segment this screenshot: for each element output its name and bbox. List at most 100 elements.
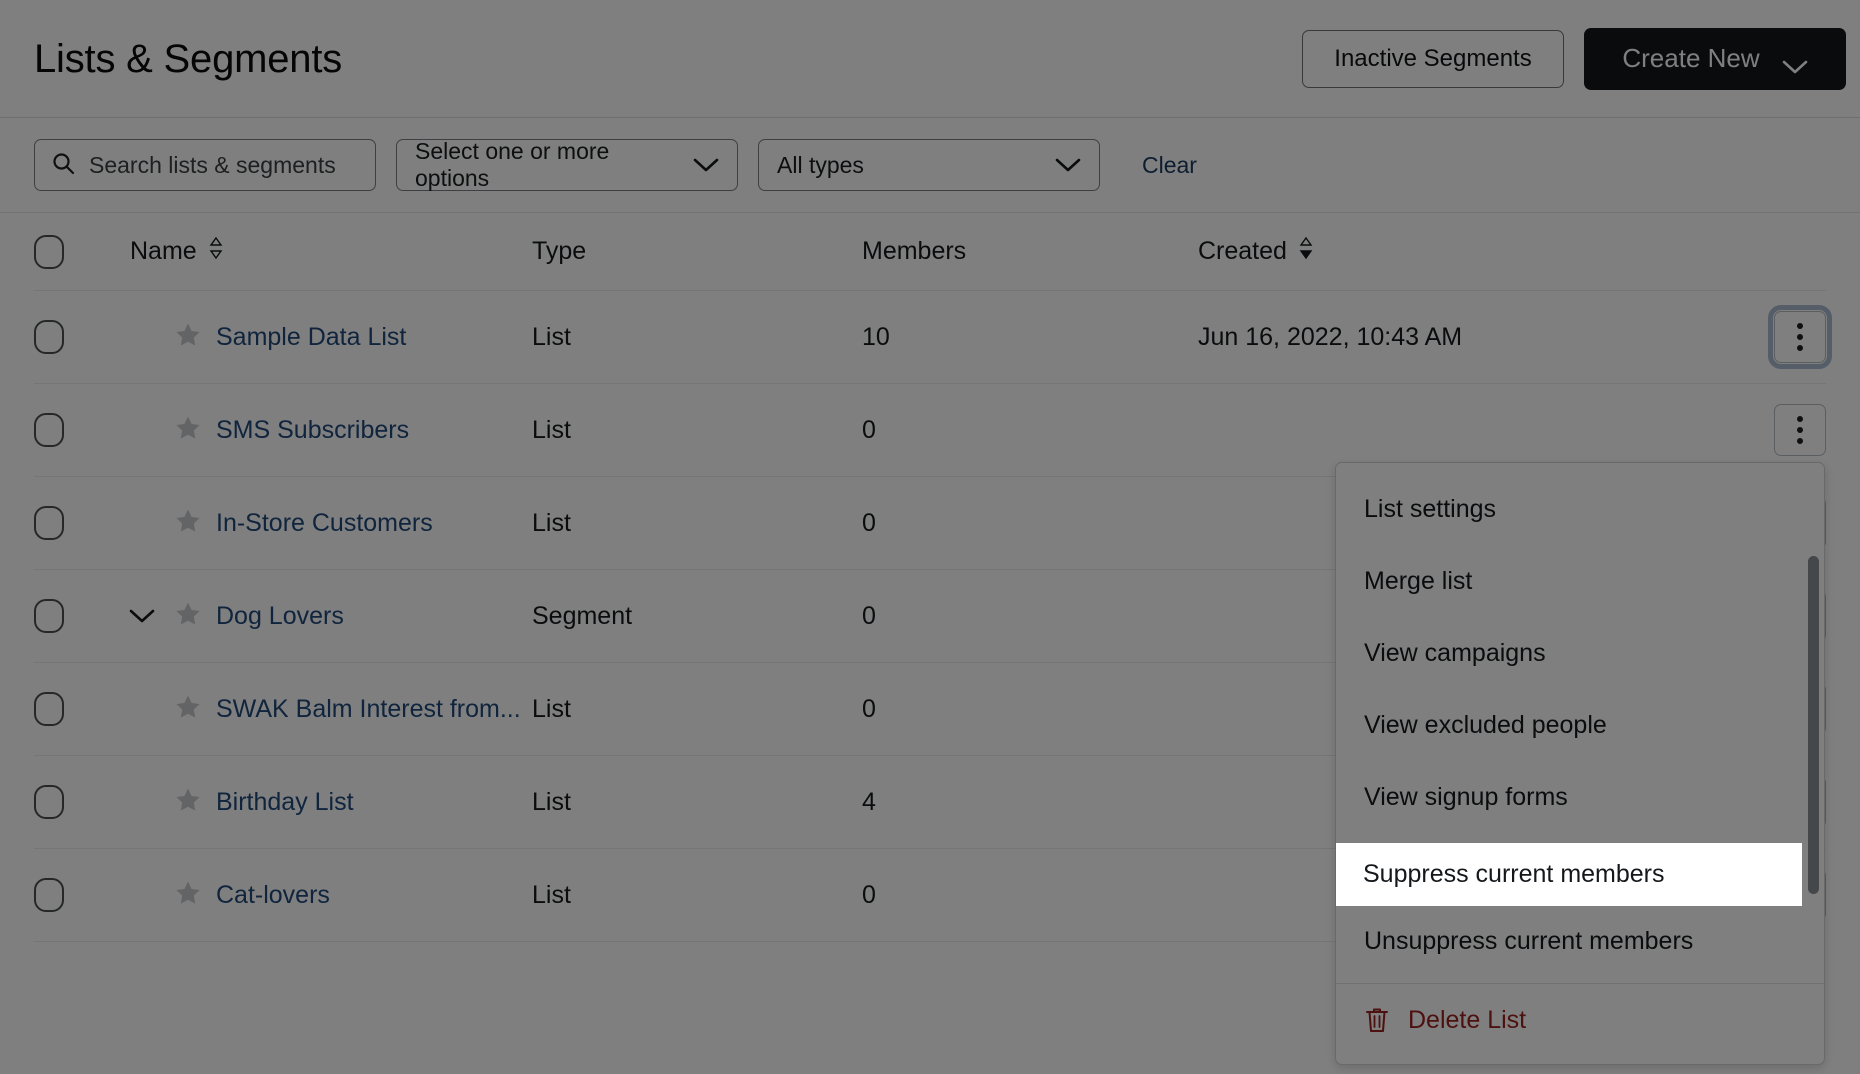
row-select-cell	[34, 320, 130, 354]
row-checkbox[interactable]	[34, 320, 64, 354]
types-select-label: All types	[777, 152, 864, 179]
search-placeholder: Search lists & segments	[89, 152, 336, 179]
row-checkbox[interactable]	[34, 599, 64, 633]
kebab-dot-icon	[1797, 345, 1803, 351]
row-type-value: List	[532, 509, 571, 537]
suppress-current-members-menu-item[interactable]: Suppress current members	[1336, 843, 1802, 906]
chevron-down-icon	[693, 158, 719, 173]
list-name-link[interactable]: Dog Lovers	[216, 602, 344, 631]
dropdown-menu-item[interactable]: View signup forms	[1336, 761, 1824, 833]
options-select-label: Select one or more options	[415, 138, 677, 192]
table-row[interactable]: Sample Data List List 10 Jun 16, 2022, 10:4…	[34, 291, 1826, 384]
favorite-star-icon[interactable]	[174, 879, 202, 912]
search-input[interactable]: Search lists & segments	[34, 139, 376, 191]
column-created: Created	[1198, 235, 1734, 268]
row-checkbox[interactable]	[34, 413, 64, 447]
sort-by-name[interactable]: Name	[130, 235, 223, 268]
row-type-value: List	[532, 323, 571, 351]
select-all-checkbox[interactable]	[34, 235, 64, 269]
row-select-cell	[34, 692, 130, 726]
row-checkbox[interactable]	[34, 692, 64, 726]
row-actions-dropdown[interactable]: List settingsMerge listView campaignsVie…	[1335, 462, 1825, 1065]
row-type-value: List	[532, 416, 571, 444]
column-type: Type	[532, 237, 862, 266]
page-title: Lists & Segments	[34, 39, 342, 79]
list-name-link[interactable]: Cat-lovers	[216, 881, 330, 910]
inactive-segments-button[interactable]: Inactive Segments	[1302, 30, 1564, 88]
dropdown-scrollbar[interactable]	[1808, 556, 1819, 894]
row-type-value: Segment	[532, 602, 632, 630]
favorite-star-icon[interactable]	[174, 507, 202, 540]
row-type-value: List	[532, 788, 571, 816]
row-type-cell: List	[532, 881, 862, 910]
types-select[interactable]: All types	[758, 139, 1100, 191]
clear-filters-link[interactable]: Clear	[1142, 152, 1197, 179]
row-select-cell	[34, 878, 130, 912]
row-select-cell	[34, 785, 130, 819]
row-members-value: 4	[862, 788, 876, 816]
column-created-label: Created	[1198, 237, 1287, 266]
sort-icon	[209, 235, 223, 268]
row-members-value: 0	[862, 695, 876, 723]
column-type-label: Type	[532, 237, 862, 266]
row-type-cell: List	[532, 695, 862, 724]
chevron-down-icon	[1055, 158, 1081, 173]
dropdown-menu-item[interactable]: Merge list	[1336, 545, 1824, 617]
row-checkbox[interactable]	[34, 785, 64, 819]
row-name-cell: Cat-lovers	[130, 877, 532, 913]
dropdown-menu-item[interactable]: View excluded people	[1336, 689, 1824, 761]
row-actions-cell	[1734, 311, 1826, 363]
row-actions-kebab-button[interactable]	[1774, 311, 1826, 363]
row-members-cell: 0	[862, 509, 1198, 538]
options-select[interactable]: Select one or more options	[396, 139, 738, 191]
dropdown-menu-item[interactable]: Unsuppress current members	[1336, 905, 1824, 977]
row-name-cell: SWAK Balm Interest from...	[130, 691, 532, 727]
row-members-cell: 0	[862, 602, 1198, 631]
chevron-down-icon	[1782, 51, 1808, 66]
row-type-cell: List	[532, 509, 862, 538]
kebab-dot-icon	[1797, 416, 1803, 422]
row-actions-cell	[1734, 404, 1826, 456]
row-name-cell: Birthday List	[130, 784, 532, 820]
list-name-link[interactable]: Sample Data List	[216, 323, 406, 352]
row-members-value: 0	[862, 602, 876, 630]
delete-list-menu-item[interactable]: Delete List	[1336, 984, 1824, 1056]
column-members: Members	[862, 237, 1198, 266]
row-members-value: 0	[862, 416, 876, 444]
row-members-value: 10	[862, 323, 890, 351]
row-members-value: 0	[862, 881, 876, 909]
favorite-star-icon[interactable]	[174, 414, 202, 447]
row-name-cell: SMS Subscribers	[130, 412, 532, 448]
page-header: Lists & Segments Inactive Segments Creat…	[0, 0, 1860, 118]
create-new-button[interactable]: Create New	[1584, 28, 1846, 90]
row-actions-kebab-button[interactable]	[1774, 404, 1826, 456]
row-name-cell: Sample Data List	[130, 319, 532, 355]
row-created-cell: Jun 16, 2022, 10:43 AM	[1198, 323, 1734, 352]
create-new-label: Create New	[1622, 43, 1759, 74]
list-name-link[interactable]: Birthday List	[216, 788, 354, 817]
row-members-cell: 0	[862, 881, 1198, 910]
favorite-star-icon[interactable]	[174, 321, 202, 354]
row-select-cell	[34, 506, 130, 540]
expand-row-icon[interactable]	[124, 598, 160, 634]
row-select-cell	[34, 599, 130, 633]
table-header-row: Name Type Members Created	[34, 213, 1826, 291]
row-members-cell: 10	[862, 323, 1198, 352]
row-type-value: List	[532, 695, 571, 723]
row-name-cell: In-Store Customers	[130, 505, 532, 541]
favorite-star-icon[interactable]	[174, 600, 202, 633]
row-type-cell: Segment	[532, 602, 862, 631]
search-icon	[51, 151, 75, 180]
kebab-dot-icon	[1797, 323, 1803, 329]
sort-by-created[interactable]: Created	[1198, 235, 1734, 268]
list-name-link[interactable]: SMS Subscribers	[216, 416, 409, 445]
favorite-star-icon[interactable]	[174, 786, 202, 819]
dropdown-menu-item[interactable]: List settings	[1336, 473, 1824, 545]
kebab-dot-icon	[1797, 334, 1803, 340]
favorite-star-icon[interactable]	[174, 693, 202, 726]
list-name-link[interactable]: In-Store Customers	[216, 509, 433, 538]
dropdown-menu-item[interactable]: View campaigns	[1336, 617, 1824, 689]
row-checkbox[interactable]	[34, 506, 64, 540]
list-name-link[interactable]: SWAK Balm Interest from...	[216, 695, 521, 724]
row-checkbox[interactable]	[34, 878, 64, 912]
